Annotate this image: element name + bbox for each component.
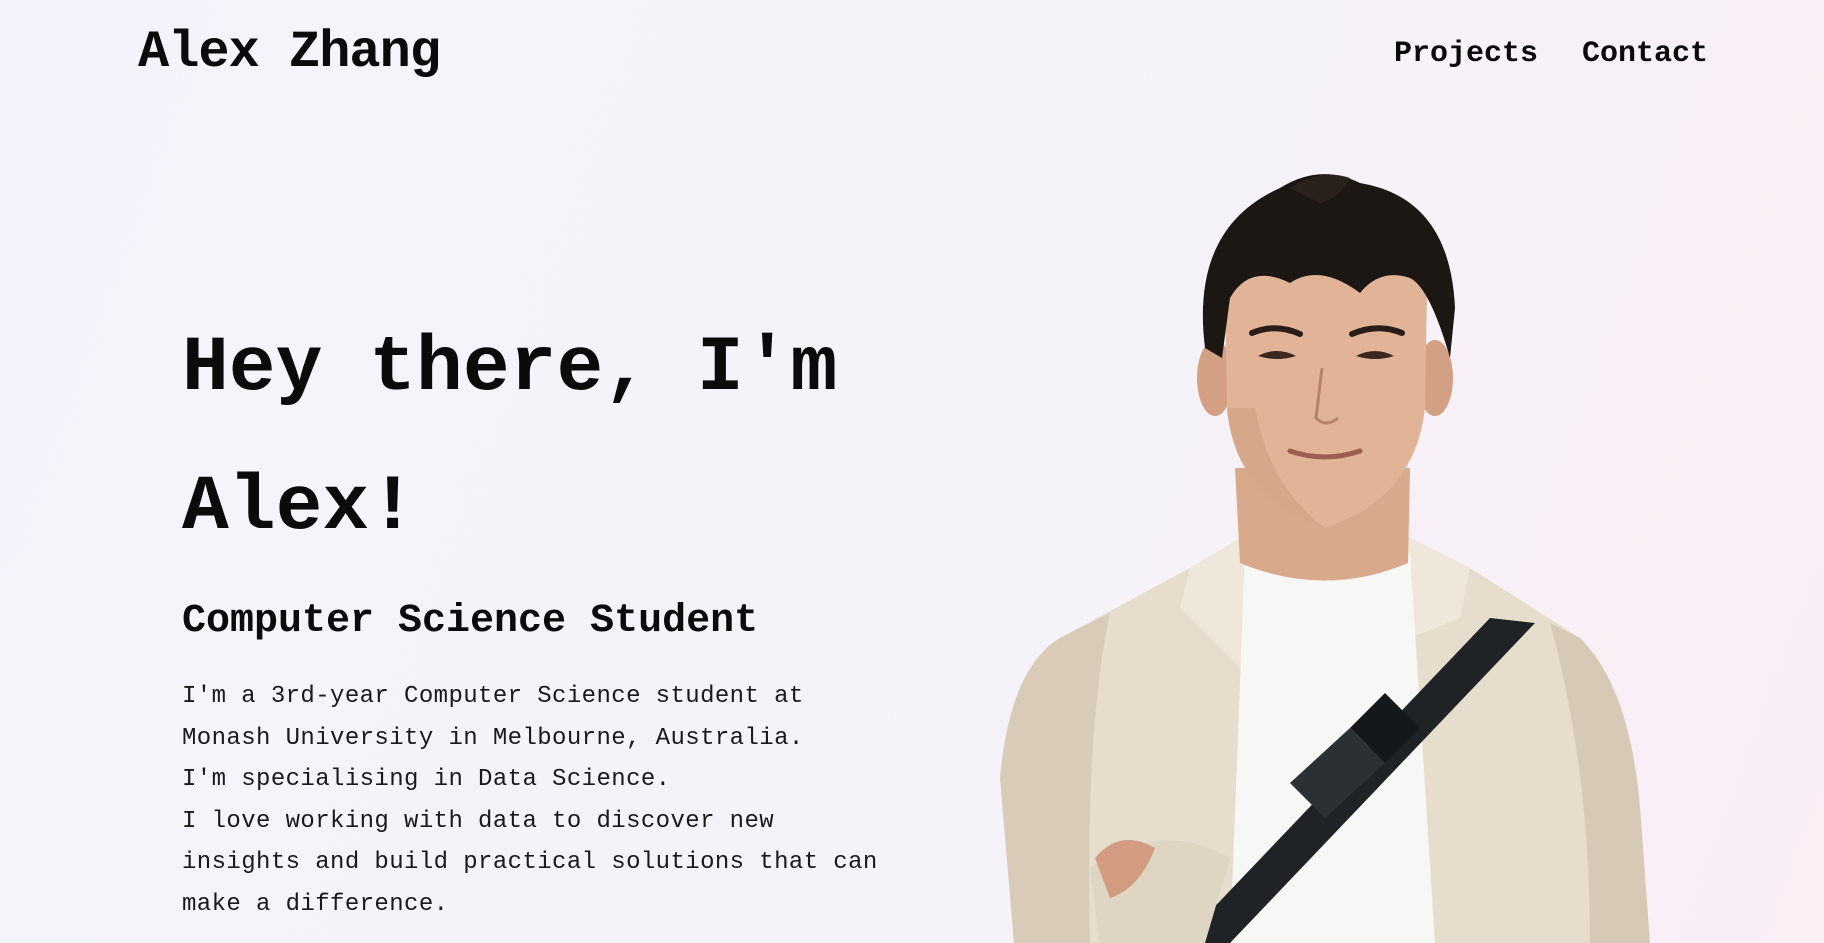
site-brand[interactable]: Alex Zhang (138, 22, 441, 84)
main-nav: Projects Contact (1394, 34, 1708, 74)
hero-title: Hey there, I'm Alex! (182, 300, 982, 578)
description-line: make a difference. (182, 890, 449, 918)
description-line: I love working with data to discover new (182, 807, 775, 835)
description-line: I'm specialising in Data Science. (182, 766, 671, 793)
hero-section: Hey there, I'm Alex! Computer Science St… (182, 300, 982, 925)
description-line: I'm a 3rd-year Computer Science student … (182, 683, 804, 710)
profile-portrait (990, 168, 1660, 943)
nav-contact-link[interactable]: Contact (1582, 34, 1708, 74)
hero-subtitle: Computer Science Student (182, 599, 759, 644)
description-line: Monash University in Melbourne, Australi… (182, 724, 804, 752)
hero-title-line-1: Hey there, I'm (182, 325, 838, 413)
hero-title-line-2: Alex! (182, 464, 417, 552)
nav-projects-link[interactable]: Projects (1394, 34, 1538, 74)
description-line: insights and build practical solutions t… (182, 849, 878, 876)
site-header: Alex Zhang Projects Contact (0, 0, 1824, 110)
hero-description: I'm a 3rd-year Computer Science student … (182, 676, 982, 925)
